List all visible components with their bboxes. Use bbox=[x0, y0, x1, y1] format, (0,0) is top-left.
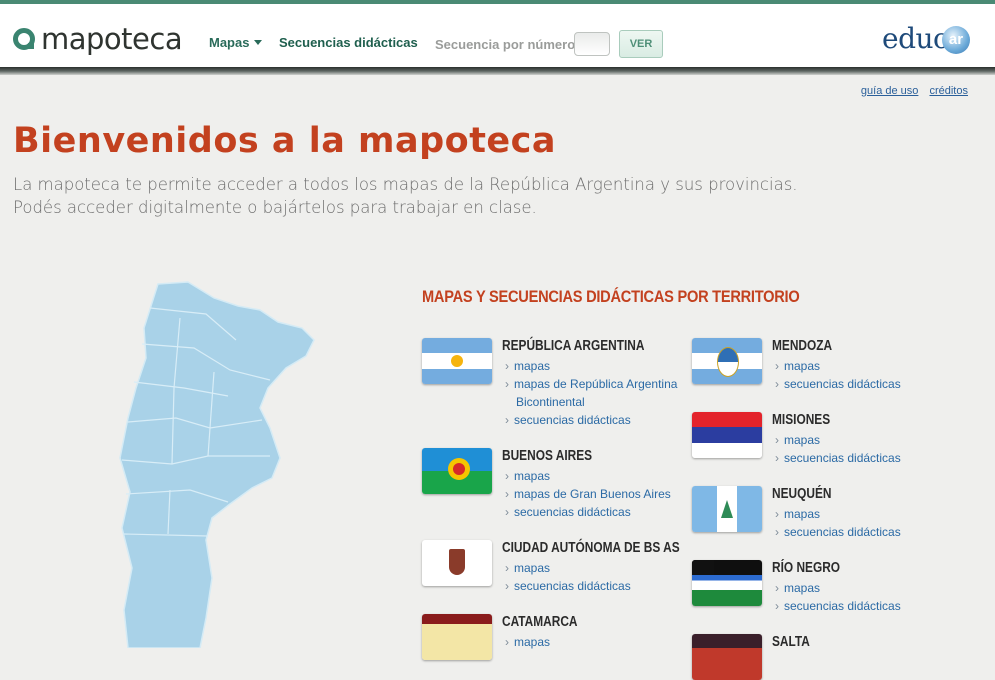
chevron-right-icon: › bbox=[775, 359, 779, 373]
territory-links: › mapas › secuencias didácticas bbox=[505, 559, 695, 595]
secuencias-link[interactable]: › secuencias didácticas bbox=[505, 577, 695, 595]
mapas-link[interactable]: › mapas bbox=[775, 579, 965, 597]
mapas-bicontinental-link[interactable]: › mapas de República Argentina bbox=[505, 375, 695, 393]
secuencias-link[interactable]: › secuencias didácticas bbox=[505, 503, 695, 521]
mapas-link[interactable]: › mapas bbox=[505, 357, 695, 375]
secuencias-didacticas-link[interactable]: Secuencias didácticas bbox=[279, 35, 418, 50]
creditos-link[interactable]: créditos bbox=[929, 85, 968, 97]
territory-name: MENDOZA bbox=[772, 338, 833, 354]
chevron-right-icon: › bbox=[505, 377, 509, 391]
territory-name: MISIONES bbox=[772, 412, 831, 428]
mapas-link[interactable]: › mapas bbox=[505, 633, 695, 651]
chevron-right-icon: › bbox=[775, 599, 779, 613]
territory-links: › mapas › secuencias didácticas bbox=[775, 579, 965, 615]
map-pin-icon bbox=[13, 28, 35, 50]
caba-flag-icon[interactable] bbox=[422, 540, 492, 586]
argentina-map[interactable] bbox=[110, 278, 325, 648]
territory-name: SALTA bbox=[772, 634, 810, 650]
educar-logo[interactable]: educ bbox=[882, 22, 949, 55]
territory-links: › mapas › mapas de República Argentina Bic… bbox=[505, 357, 695, 429]
sequence-number-input[interactable] bbox=[574, 32, 610, 56]
chevron-right-icon: › bbox=[775, 581, 779, 595]
misiones-flag-icon[interactable] bbox=[692, 412, 762, 458]
mapoteca-logo[interactable]: mapoteca bbox=[13, 22, 183, 56]
chevron-right-icon: › bbox=[775, 525, 779, 539]
territory-links: › mapas bbox=[505, 633, 695, 651]
territory-name: REPÚBLICA ARGENTINA bbox=[502, 338, 645, 354]
educar-logo-ball: ar bbox=[942, 26, 970, 54]
intro-text: La mapoteca te permite acceder a todos l… bbox=[13, 173, 798, 219]
territory-name: CATAMARCA bbox=[502, 614, 578, 630]
guia-de-uso-link[interactable]: guía de uso bbox=[861, 85, 919, 97]
mapas-menu-label: Mapas bbox=[209, 35, 250, 50]
catamarca-flag-icon[interactable] bbox=[422, 614, 492, 660]
mapas-link[interactable]: › mapas bbox=[775, 505, 965, 523]
ver-button[interactable]: VER bbox=[619, 30, 663, 58]
territory-links: › mapas › mapas de Gran Buenos Aires › secu… bbox=[505, 467, 695, 521]
intro-line-1: La mapoteca te permite acceder a todos l… bbox=[13, 175, 798, 194]
mendoza-flag-icon[interactable] bbox=[692, 338, 762, 384]
utility-links: guía de uso créditos bbox=[853, 85, 968, 97]
chevron-right-icon: › bbox=[505, 635, 509, 649]
section-heading: MAPAS Y SECUENCIAS DIDÁCTICAS POR TERRIT… bbox=[422, 287, 800, 306]
salta-flag-icon[interactable] bbox=[692, 634, 762, 680]
chevron-right-icon: › bbox=[775, 507, 779, 521]
chevron-right-icon: › bbox=[505, 487, 509, 501]
intro-line-2: Podés acceder digitalmente o bajártelos … bbox=[13, 198, 537, 217]
territory-links: › mapas › secuencias didácticas bbox=[775, 357, 965, 393]
chevron-right-icon: › bbox=[505, 579, 509, 593]
territory-links: › mapas › secuencias didácticas bbox=[775, 505, 965, 541]
chevron-right-icon: › bbox=[505, 505, 509, 519]
header-divider bbox=[0, 67, 995, 75]
chevron-right-icon: › bbox=[505, 413, 509, 427]
mapas-link[interactable]: › mapas bbox=[505, 467, 695, 485]
buenos-aires-flag-icon[interactable] bbox=[422, 448, 492, 494]
territory-name: BUENOS AIRES bbox=[502, 448, 593, 464]
educar-logo-prefix: educ bbox=[882, 22, 949, 55]
rio-negro-flag-icon[interactable] bbox=[692, 560, 762, 606]
mapas-link[interactable]: › mapas bbox=[505, 559, 695, 577]
chevron-down-icon bbox=[254, 40, 263, 45]
mapas-bicontinental-link-cont[interactable]: Bicontinental bbox=[505, 393, 695, 411]
territory-name: RÍO NEGRO bbox=[772, 560, 841, 576]
chevron-right-icon: › bbox=[505, 469, 509, 483]
chevron-right-icon: › bbox=[505, 359, 509, 373]
secuencias-link[interactable]: › secuencias didácticas bbox=[775, 597, 965, 615]
secuencias-link[interactable]: › secuencias didácticas bbox=[775, 523, 965, 541]
mapas-gba-link[interactable]: › mapas de Gran Buenos Aires bbox=[505, 485, 695, 503]
secuencias-link[interactable]: › secuencias didácticas bbox=[775, 449, 965, 467]
mapas-link[interactable]: › mapas bbox=[775, 431, 965, 449]
neuquen-flag-icon[interactable] bbox=[692, 486, 762, 532]
sequence-number-label: Secuencia por número: bbox=[435, 37, 580, 52]
page-title: Bienvenidos a la mapoteca bbox=[13, 121, 557, 161]
mapas-menu[interactable]: Mapas bbox=[209, 35, 263, 50]
territory-name: CIUDAD AUTÓNOMA DE BS AS bbox=[502, 540, 680, 556]
logo-text: mapoteca bbox=[41, 22, 183, 56]
chevron-right-icon: › bbox=[775, 433, 779, 447]
argentina-flag-icon[interactable] bbox=[422, 338, 492, 384]
chevron-right-icon: › bbox=[505, 561, 509, 575]
secuencias-link[interactable]: › secuencias didácticas bbox=[775, 375, 965, 393]
chevron-right-icon: › bbox=[775, 451, 779, 465]
mapas-link[interactable]: › mapas bbox=[775, 357, 965, 375]
territory-name: NEUQUÉN bbox=[772, 486, 832, 502]
chevron-right-icon: › bbox=[775, 377, 779, 391]
secuencias-link[interactable]: › secuencias didácticas bbox=[505, 411, 695, 429]
top-navigation-bar: mapoteca Mapas Secuencias didácticas Sec… bbox=[0, 0, 995, 68]
territory-links: › mapas › secuencias didácticas bbox=[775, 431, 965, 467]
